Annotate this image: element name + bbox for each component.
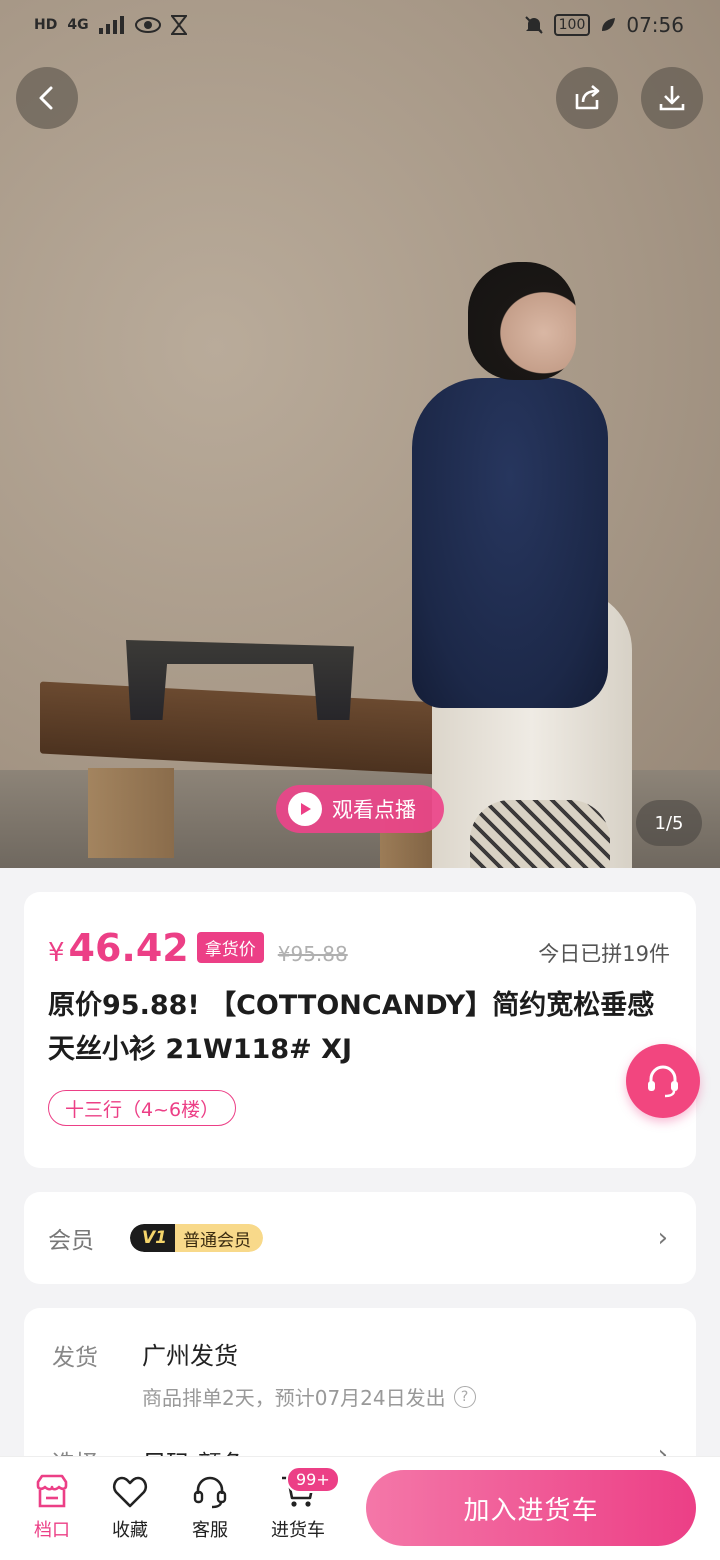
network-indicator: 4G	[67, 17, 89, 33]
headset-icon	[648, 1065, 678, 1098]
heart-icon	[112, 1476, 148, 1508]
shipping-note-row: 商品排单2天，预计07月24日发出 ?	[142, 1382, 476, 1411]
member-level-code: V1	[130, 1224, 175, 1252]
product-image[interactable]	[0, 0, 720, 868]
product-info-card: ¥ 46.42 拿货价 ¥95.88 今日已拼19件 原价95.88! 【COT…	[24, 892, 696, 1168]
chevron-left-icon	[39, 86, 53, 110]
leaf-icon	[602, 18, 616, 31]
image-bench	[40, 681, 440, 775]
download-icon	[659, 86, 685, 111]
status-bar: HD 4G 100 07:56	[34, 10, 684, 40]
customer-service-fab[interactable]	[626, 1044, 700, 1118]
currency-symbol: ¥	[48, 938, 65, 968]
hourglass-icon	[170, 15, 187, 35]
headset-icon	[193, 1476, 227, 1509]
watch-video-button[interactable]: 观看点播	[276, 785, 444, 833]
stall-location-tag[interactable]: 十三行（4~6楼）	[48, 1090, 237, 1126]
member-level-badge: V1 普通会员	[130, 1224, 263, 1252]
shop-icon	[36, 1474, 68, 1508]
shipping-location: 广州发货	[142, 1342, 238, 1370]
nav-stall-label: 档口	[34, 1520, 70, 1541]
image-blouse	[412, 378, 608, 708]
nav-favorite-label: 收藏	[112, 1520, 148, 1541]
hd-indicator: HD	[34, 17, 58, 33]
shipping-note: 商品排单2天，预计07月24日发出	[142, 1386, 446, 1410]
help-icon[interactable]: ?	[453, 1385, 476, 1408]
cart-count-badge: 99+	[286, 1466, 340, 1493]
member-label: 会员	[48, 1228, 94, 1254]
chevron-right-icon: ›	[657, 1223, 668, 1253]
eye-icon	[134, 17, 161, 33]
mute-bell-icon	[524, 16, 543, 34]
image-bench-leg	[88, 768, 174, 858]
clock: 07:56	[626, 13, 684, 37]
battery-indicator: 100	[553, 14, 591, 36]
member-level-name: 普通会员	[175, 1224, 263, 1252]
original-price: ¥95.88	[277, 942, 348, 966]
download-button[interactable]	[641, 67, 703, 129]
watch-video-label: 观看点播	[332, 798, 416, 822]
share-icon	[575, 85, 600, 110]
shipping-label: 发货	[52, 1345, 98, 1371]
member-row[interactable]: 会员 V1 普通会员 ›	[24, 1192, 696, 1284]
image-handbag	[470, 800, 610, 868]
image-model-head	[468, 262, 576, 380]
sold-today-count: 今日已拼19件	[538, 942, 670, 966]
price-value: 46.42	[68, 926, 189, 970]
share-button[interactable]	[556, 67, 618, 129]
product-title: 原价95.88! 【COTTONCANDY】简约宽松垂感天丝小衫 21W118#…	[48, 990, 655, 1065]
nav-cart-label: 进货车	[271, 1520, 325, 1541]
nav-service-label: 客服	[192, 1520, 228, 1541]
nav-stall[interactable]: 档口	[20, 1472, 84, 1542]
play-icon	[288, 792, 322, 826]
back-button[interactable]	[16, 67, 78, 129]
price-row: ¥ 46.42 拿货价 ¥95.88	[48, 926, 348, 970]
image-counter: 1/5	[636, 800, 702, 846]
wholesale-price-tag: 拿货价	[196, 932, 264, 963]
nav-service[interactable]: 客服	[178, 1472, 242, 1542]
add-to-cart-button[interactable]: 加入进货车	[366, 1470, 696, 1546]
signal-icon	[98, 16, 124, 34]
nav-favorite[interactable]: 收藏	[98, 1472, 162, 1542]
